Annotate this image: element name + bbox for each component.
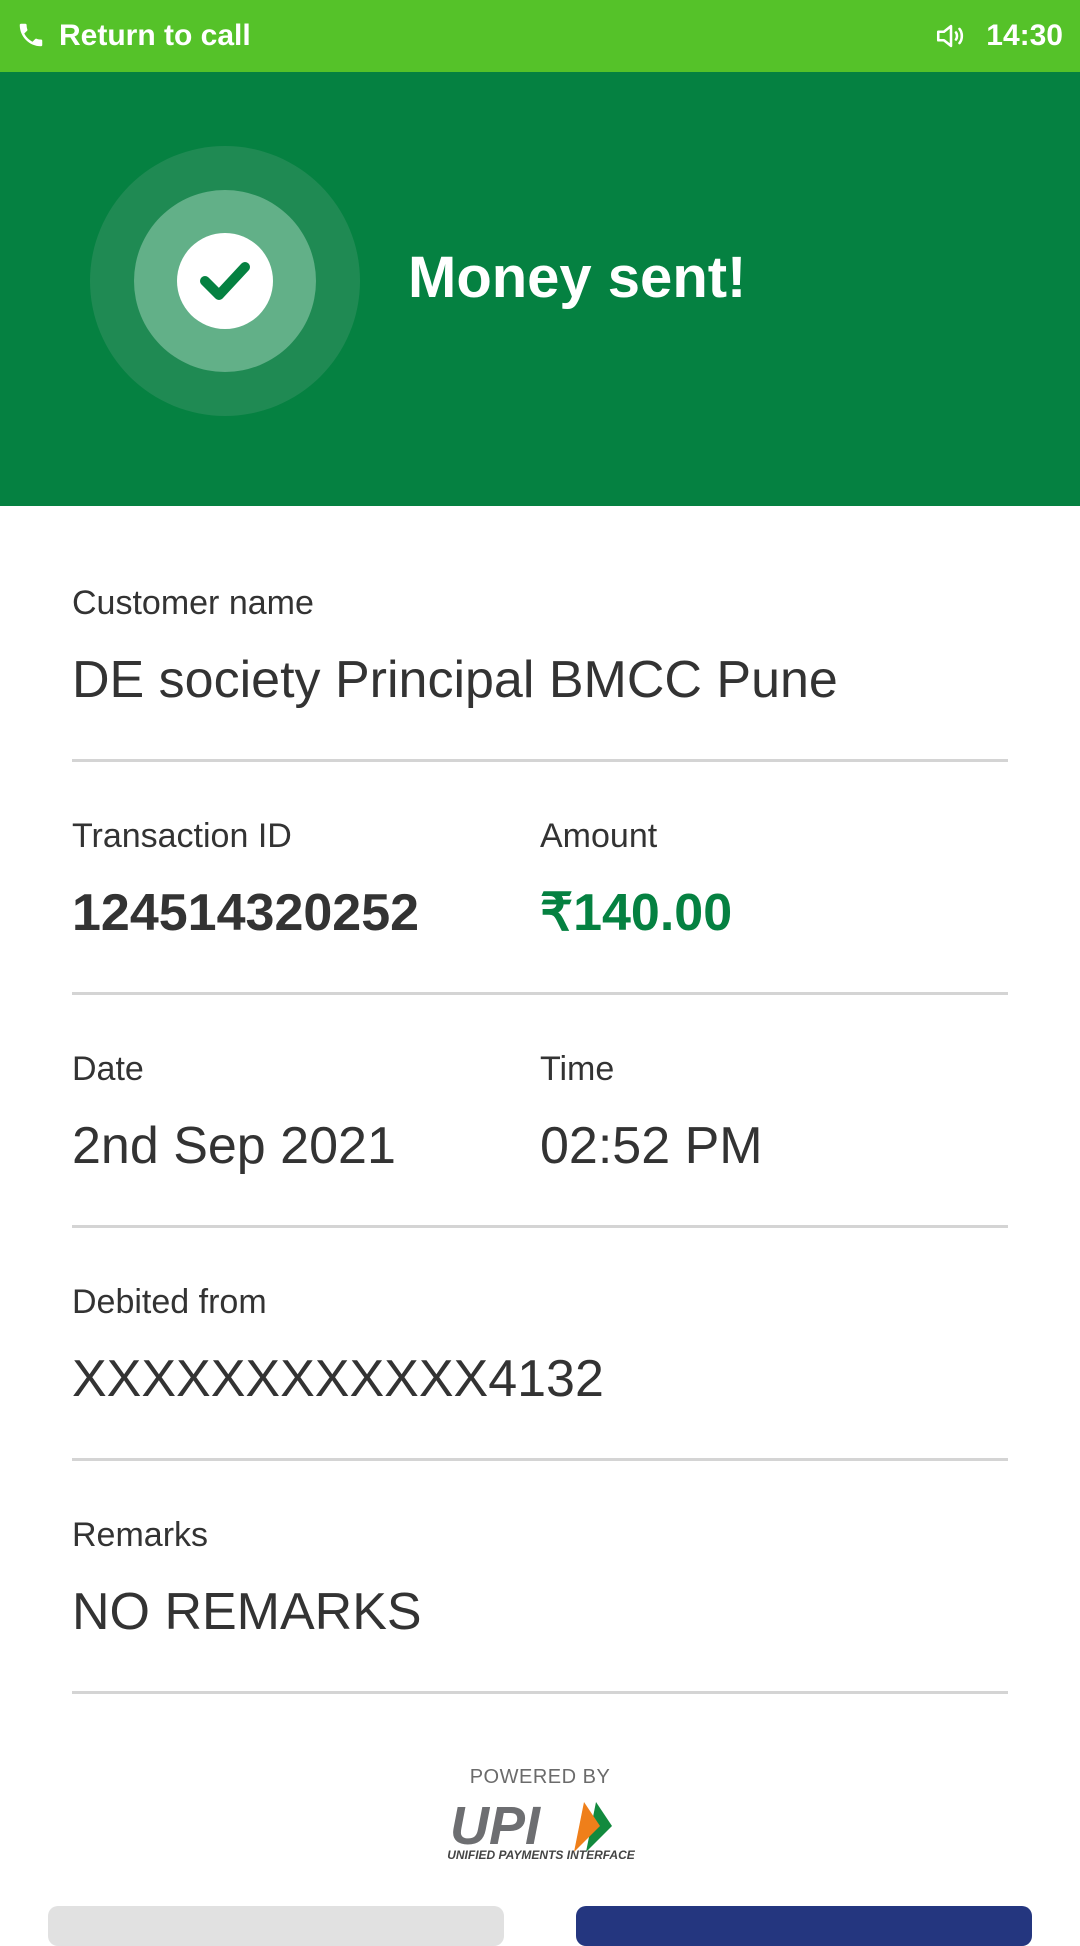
debited-from-value: XXXXXXXXXXXX4132 xyxy=(72,1350,604,1408)
success-header: Money sent! xyxy=(0,72,1080,506)
customer-name-label: Customer name xyxy=(72,584,314,622)
success-badge-ring xyxy=(134,190,316,372)
speaker-icon[interactable] xyxy=(934,19,968,53)
transaction-id-value: 124514320252 xyxy=(72,884,420,942)
date-time-row: Date 2nd Sep 2021 Time 02:52 PM xyxy=(72,1049,1008,1228)
secondary-button[interactable] xyxy=(48,1906,504,1946)
time-value: 02:52 PM xyxy=(540,1117,763,1175)
debited-from-label: Debited from xyxy=(72,1283,267,1321)
page-title: Money sent! xyxy=(408,245,747,310)
amount-value: ₹140.00 xyxy=(540,884,733,942)
time-label: Time xyxy=(540,1050,615,1088)
customer-name-field: Customer name DE society Principal BMCC … xyxy=(72,583,838,711)
check-icon xyxy=(200,262,250,300)
status-time: 14:30 xyxy=(986,19,1063,52)
remarks-row: Remarks NO REMARKS xyxy=(72,1515,1008,1694)
time-field: Time 02:52 PM xyxy=(540,1049,763,1177)
success-badge-core xyxy=(177,233,273,329)
debited-from-row: Debited from XXXXXXXXXXXX4132 xyxy=(72,1282,1008,1461)
powered-by-label: POWERED BY xyxy=(469,1766,611,1788)
return-to-call-label[interactable]: Return to call xyxy=(59,17,251,55)
transaction-id-field: Transaction ID 124514320252 xyxy=(72,816,419,944)
remarks-value: NO REMARKS xyxy=(72,1583,422,1641)
date-label: Date xyxy=(72,1050,144,1088)
primary-button[interactable] xyxy=(576,1906,1032,1946)
customer-name-value: DE society Principal BMCC Pune xyxy=(72,651,838,709)
transaction-id-label: Transaction ID xyxy=(72,817,292,855)
upi-tagline: UNIFIED PAYMENTS INTERFACE xyxy=(447,1848,635,1862)
customer-name-row: Customer name DE society Principal BMCC … xyxy=(72,583,1008,762)
return-to-call-bar[interactable]: Return to call 14:30 xyxy=(0,0,1080,72)
phone-icon xyxy=(19,23,43,47)
date-field: Date 2nd Sep 2021 xyxy=(72,1049,396,1177)
amount-field: Amount ₹140.00 xyxy=(540,816,732,944)
debited-from-field: Debited from XXXXXXXXXXXX4132 xyxy=(72,1282,604,1410)
remarks-label: Remarks xyxy=(72,1516,209,1554)
upi-logo-text: UPI xyxy=(450,1796,541,1856)
remarks-field: Remarks NO REMARKS xyxy=(72,1515,422,1643)
date-value: 2nd Sep 2021 xyxy=(72,1117,396,1175)
success-badge xyxy=(90,146,360,416)
transaction-row: Transaction ID 124514320252 Amount ₹140.… xyxy=(72,816,1008,995)
amount-label: Amount xyxy=(540,817,658,855)
